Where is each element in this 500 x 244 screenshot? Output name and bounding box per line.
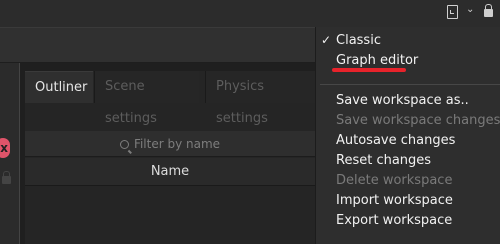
filter-placeholder: Filter by name	[133, 137, 221, 151]
menu-item-graph-editor[interactable]: Graph editor	[336, 53, 418, 68]
menu-item-save-workspace-changes: Save workspace changes	[336, 113, 500, 128]
menu-item-autosave-changes[interactable]: Autosave changes	[336, 133, 455, 148]
padlock-icon[interactable]	[484, 4, 493, 17]
close-badge[interactable]: x	[0, 138, 10, 158]
menu-item-reset-changes[interactable]: Reset changes	[336, 153, 431, 168]
menu-item-export-workspace[interactable]: Export workspace	[336, 213, 452, 228]
menu-item-import-workspace[interactable]: Import workspace	[336, 193, 453, 208]
highlight-underline	[332, 68, 406, 72]
top-bar	[0, 0, 500, 27]
tab-outliner[interactable]: Outliner	[25, 71, 93, 103]
lock-icon[interactable]	[2, 171, 11, 184]
tab-physics-settings[interactable]: Physics settings	[205, 71, 315, 126]
chevron-down-icon[interactable]: ⌄	[466, 4, 474, 15]
menu-item-classic[interactable]: Classic	[336, 33, 381, 48]
check-icon: ✓	[321, 33, 332, 47]
menu-divider	[320, 84, 500, 85]
menu-item-delete-workspace: Delete workspace	[336, 173, 453, 188]
search-icon	[119, 140, 129, 149]
monitor-icon[interactable]	[447, 5, 458, 19]
menu-item-save-workspace-as[interactable]: Save workspace as..	[336, 93, 469, 108]
filter-input[interactable]: Filter by name	[25, 131, 315, 157]
tab-scene-settings[interactable]: Scene settings	[94, 71, 199, 126]
name-column-header[interactable]: Name	[25, 158, 315, 186]
